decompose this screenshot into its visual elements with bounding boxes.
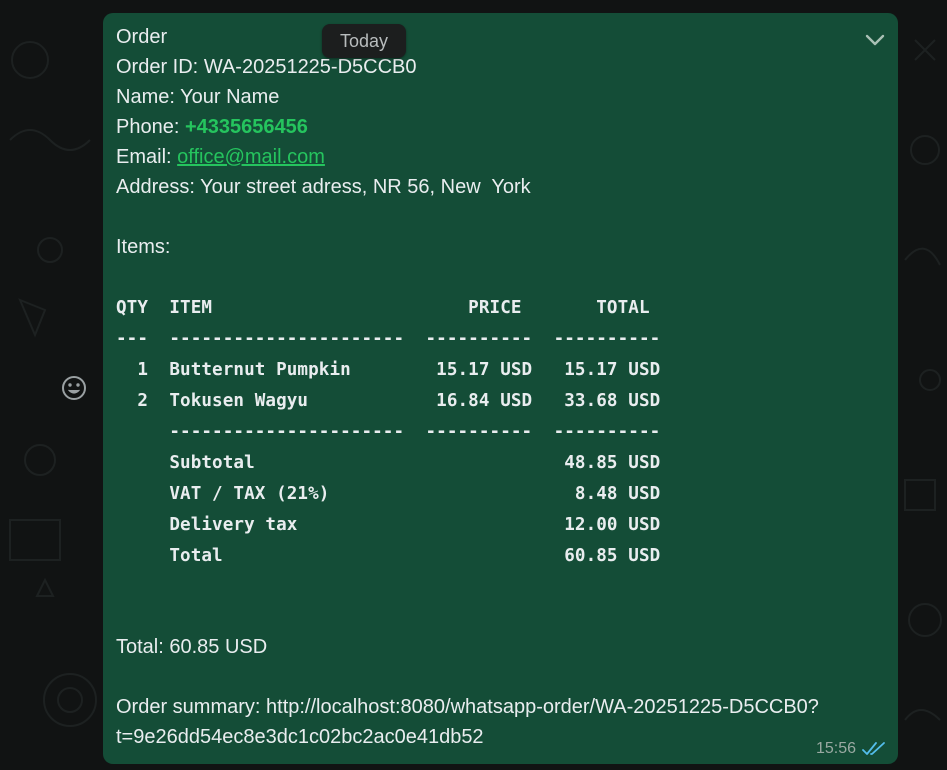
receipt-tax-row: VAT / TAX (21%) 8.48 USD	[116, 484, 661, 504]
email-line: Email: office@mail.com	[116, 145, 325, 169]
double-check-read-icon	[862, 742, 885, 755]
message-time: 15:56	[815, 740, 856, 757]
order-id-line: Order ID: WA-20251225-D5CCB0	[116, 55, 417, 79]
date-divider-label: Today	[339, 30, 389, 51]
phone-label: Phone:	[116, 116, 180, 138]
address-label: Address:	[116, 176, 195, 198]
email-label: Email:	[116, 146, 172, 168]
message-meta: 15:56	[816, 740, 886, 758]
order-id-label: Order ID:	[116, 56, 199, 78]
order-total-line: Total: 60.85 USD	[116, 636, 268, 658]
order-summary-line: Order summary: http://localhost:8080/wha…	[116, 696, 819, 718]
date-divider: Today	[322, 24, 406, 58]
receipt-separator: --- ---------------------- ---------- --…	[116, 329, 661, 349]
phone-line: Phone: +4335656456	[116, 115, 308, 139]
receipt-item-row: 1 Butternut Pumpkin 15.17 USD 15.17 USD	[116, 360, 661, 380]
name-line: Name: Your Name	[116, 85, 279, 109]
receipt-delivery-row: Delivery tax 12.00 USD	[116, 515, 661, 535]
receipt-item-row: 2 Tokusen Wagyu 16.84 USD 33.68 USD	[116, 391, 661, 411]
phone-link[interactable]: +4335656456	[185, 116, 308, 138]
receipt-total-row: Total 60.85 USD	[116, 546, 661, 566]
chevron-down-icon	[865, 34, 885, 46]
message-menu-button[interactable]	[864, 29, 886, 51]
receipt-subtotal-row: Subtotal 48.85 USD	[116, 453, 661, 473]
order-message-bubble[interactable]: Order Order ID: WA-20251225-D5CCB0 Name:…	[103, 13, 898, 764]
order-id-value: WA-20251225-D5CCB0	[203, 56, 417, 78]
receipt-separator: ---------------------- ---------- ------…	[116, 422, 661, 442]
name-label: Name:	[116, 86, 175, 108]
message-heading: Order	[116, 26, 168, 48]
react-emoji-button[interactable]	[60, 374, 88, 402]
order-summary-token-line: t=9e26dd54ec8e3dc1c02bc2ac0e41db52	[116, 726, 484, 748]
email-link[interactable]: office@mail.com	[177, 146, 325, 168]
items-label: Items:	[116, 236, 171, 258]
address-line: Address: Your street adress, NR 56, New …	[116, 175, 531, 199]
receipt-header-row: QTY ITEM PRICE TOTAL	[116, 298, 650, 318]
name-value: Your Name	[180, 86, 280, 108]
smiley-icon	[62, 376, 86, 400]
address-value: Your street adress, NR 56, New York	[200, 176, 531, 198]
